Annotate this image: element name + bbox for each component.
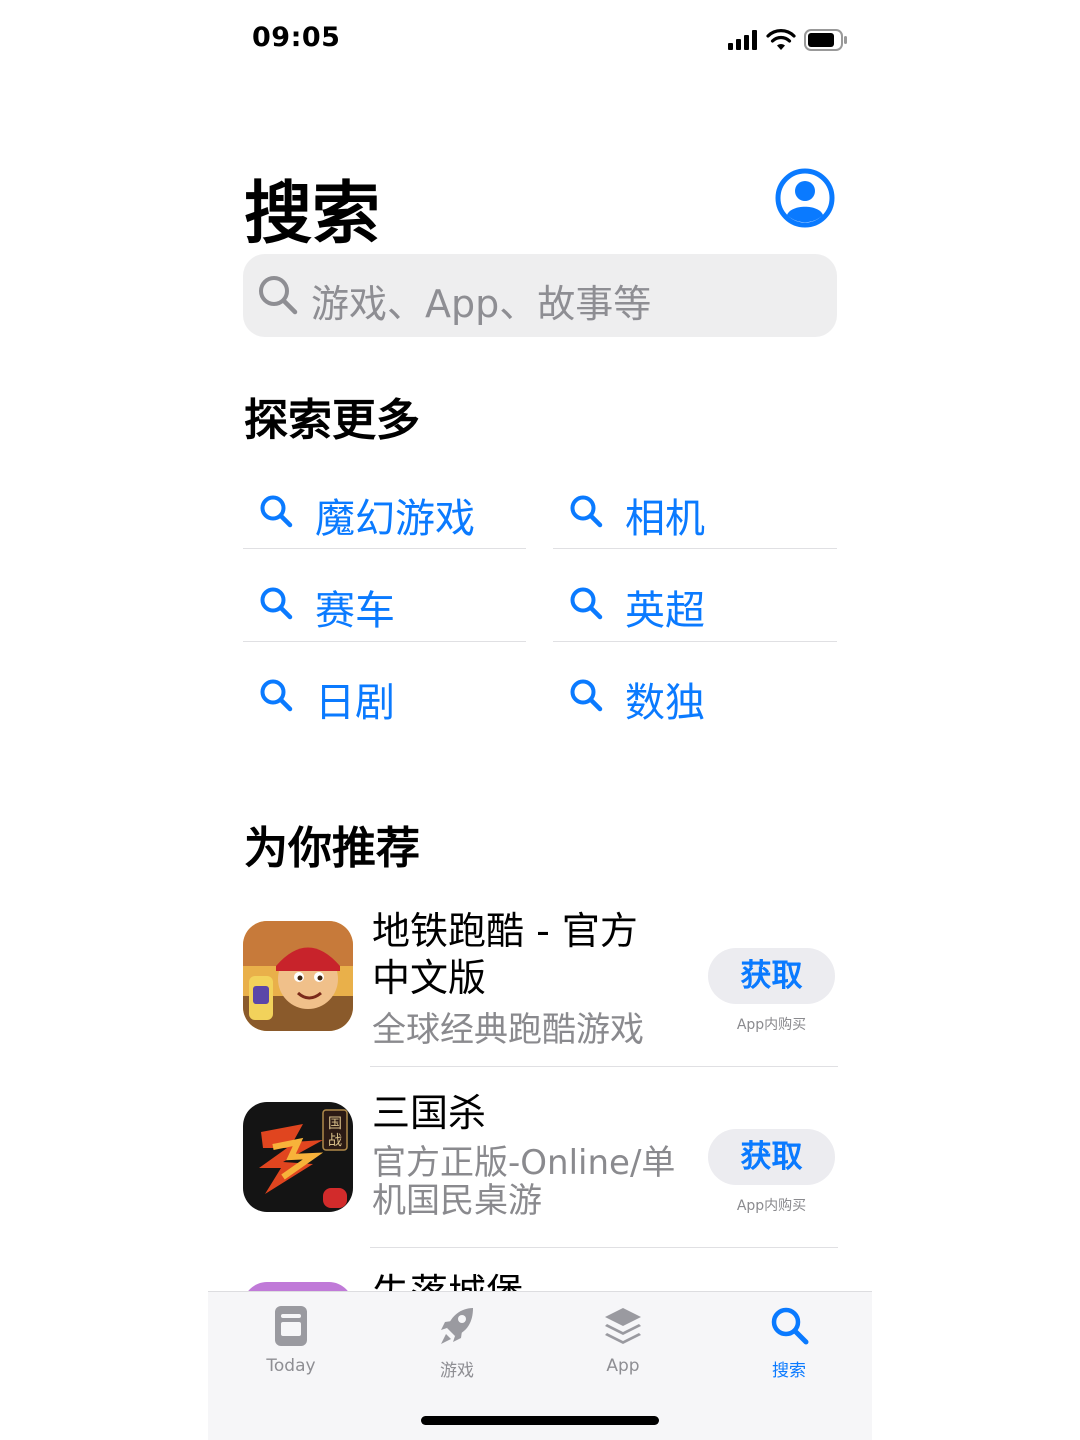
explore-item-sudoku[interactable]: 数独	[553, 644, 837, 736]
search-icon	[259, 276, 298, 315]
status-time: 09:05	[252, 22, 341, 53]
divider	[370, 1066, 838, 1067]
divider	[553, 641, 837, 642]
get-button[interactable]: 获取	[708, 948, 835, 1004]
explore-item-label: 魔幻游戏	[315, 496, 475, 542]
tab-games[interactable]: 游戏	[374, 1292, 540, 1392]
home-indicator[interactable]	[421, 1416, 659, 1425]
search-field[interactable]: 游戏、App、故事等	[243, 254, 837, 337]
tab-label: Today	[266, 1356, 316, 1376]
app-name[interactable]: 三国杀	[372, 1090, 486, 1137]
in-app-purchase-label: App内购买	[736, 1017, 807, 1033]
tab-label: 游戏	[440, 1361, 474, 1381]
battery-icon	[804, 29, 847, 51]
explore-item-camera[interactable]: 相机	[553, 460, 837, 552]
get-button[interactable]: 获取	[708, 1129, 835, 1185]
recommend-heading: 为你推荐	[244, 823, 420, 874]
apps-stack-icon	[605, 1308, 641, 1344]
search-icon	[570, 679, 603, 712]
tab-label: App	[606, 1356, 640, 1376]
app-icon-sanguosha[interactable]: 国 战	[243, 1102, 353, 1212]
explore-item-label: 日剧	[315, 680, 395, 726]
explore-item-label: 赛车	[315, 588, 395, 634]
tab-today[interactable]: Today	[208, 1292, 374, 1392]
app-name[interactable]: 地铁跑酷 - 官方	[372, 908, 638, 955]
explore-item-label: 数独	[625, 680, 705, 726]
in-app-purchase-label: App内购买	[736, 1198, 807, 1214]
divider	[243, 641, 526, 642]
page-title: 搜索	[244, 175, 381, 254]
divider	[553, 548, 837, 549]
search-icon	[570, 587, 603, 620]
tab-search[interactable]: 搜索	[706, 1292, 872, 1392]
divider	[243, 548, 526, 549]
today-icon	[275, 1306, 307, 1346]
explore-heading: 探索更多	[244, 395, 420, 446]
search-icon	[771, 1307, 809, 1345]
tab-label: 搜索	[772, 1361, 806, 1381]
explore-item-fantasy-games[interactable]: 魔幻游戏	[243, 460, 526, 552]
cellular-signal-icon	[728, 30, 757, 50]
explore-item-premier-league[interactable]: 英超	[553, 552, 837, 644]
svg-text:战: 战	[328, 1133, 342, 1149]
search-icon	[260, 495, 293, 528]
search-icon	[260, 679, 293, 712]
app-subtitle: 官方正版-Online/单	[372, 1143, 676, 1183]
app-subtitle: 机国民桌游	[372, 1181, 542, 1221]
app-name[interactable]: 中文版	[372, 955, 486, 1002]
app-subtitle: 全球经典跑酷游戏	[372, 1010, 644, 1050]
tab-apps[interactable]: App	[540, 1292, 706, 1392]
app-icon-subway-surfers[interactable]	[243, 921, 353, 1031]
search-icon	[260, 587, 293, 620]
svg-text:国: 国	[328, 1116, 342, 1132]
rocket-icon	[441, 1308, 473, 1344]
search-placeholder: 游戏、App、故事等	[311, 282, 652, 326]
divider	[370, 1247, 838, 1248]
wifi-icon	[766, 29, 796, 50]
explore-item-label: 英超	[625, 588, 705, 634]
explore-item-japanese-drama[interactable]: 日剧	[243, 644, 526, 736]
search-icon	[570, 495, 603, 528]
account-avatar-icon[interactable]	[775, 168, 835, 228]
explore-item-label: 相机	[625, 496, 705, 542]
explore-item-racing[interactable]: 赛车	[243, 552, 526, 644]
